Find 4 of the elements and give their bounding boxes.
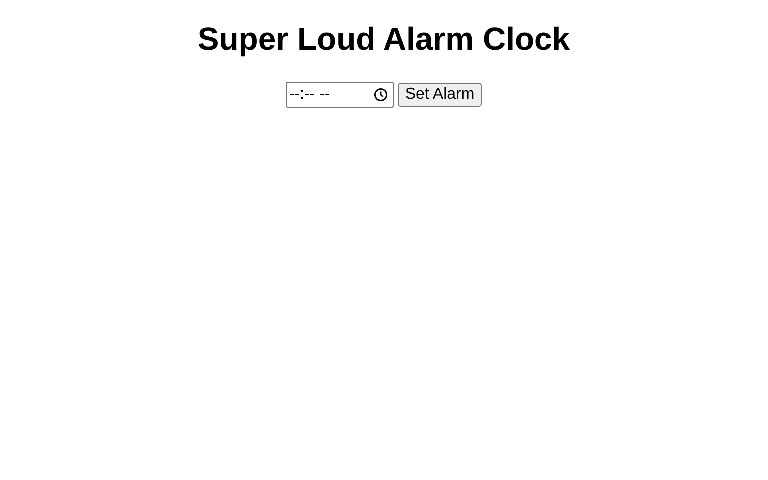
- clock-icon: [374, 88, 388, 102]
- set-alarm-button[interactable]: Set Alarm: [398, 83, 482, 107]
- page-title: Super Loud Alarm Clock: [198, 21, 570, 58]
- time-field[interactable]: --:-- --: [286, 82, 394, 108]
